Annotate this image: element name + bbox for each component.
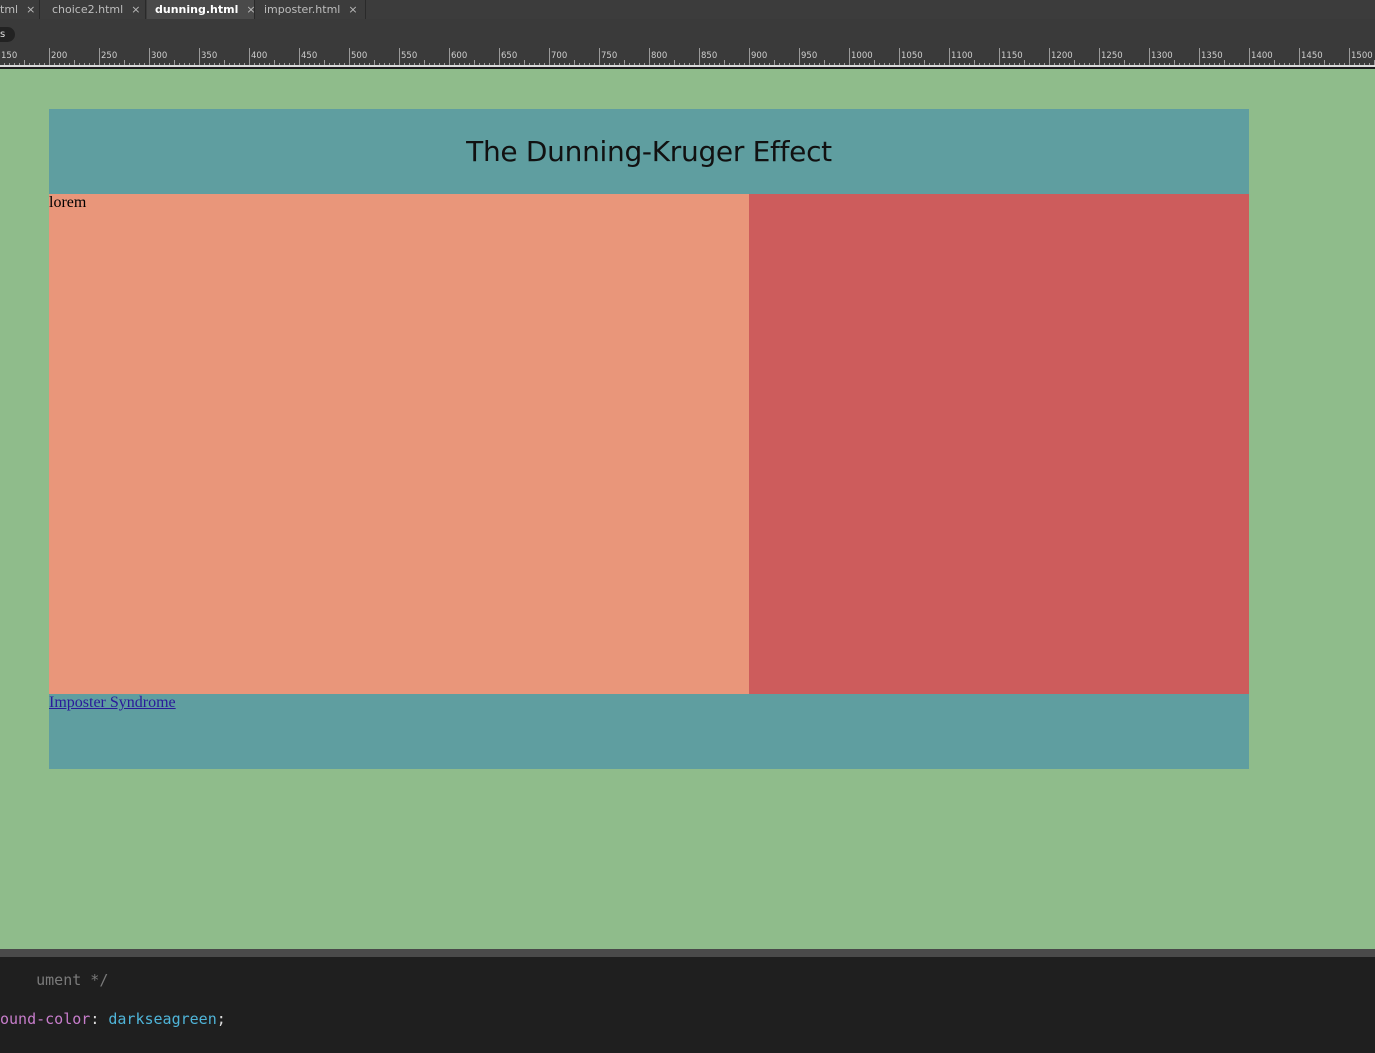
- ruler-label: 250: [101, 51, 117, 61]
- tab-label: imposter.html: [264, 3, 341, 16]
- close-icon[interactable]: ×: [26, 3, 35, 16]
- code-line-declaration: ound-color: darkseagreen;: [0, 1010, 226, 1028]
- imposter-syndrome-link[interactable]: Imposter Syndrome: [49, 694, 176, 711]
- ruler-label: 700: [551, 51, 567, 61]
- close-icon[interactable]: ×: [348, 3, 357, 16]
- ruler-label: 750: [601, 51, 617, 61]
- code-colon: :: [90, 1010, 109, 1028]
- ruler-label: 1150: [1001, 51, 1023, 61]
- ruler-label: 350: [201, 51, 217, 61]
- ruler-label: 1400: [1251, 51, 1273, 61]
- ruler-label: 650: [501, 51, 517, 61]
- ruler-graphic: 150 200 250 300 350 400 450 500 550 600 650 700 750 8…: [1, 48, 1375, 65]
- page-footer: Imposter Syndrome: [49, 694, 1249, 769]
- ruler: 150 200 250 300 350 400 450 500 550 600 650 700 750 8…: [0, 48, 1375, 67]
- code-line-comment: ument */: [0, 953, 108, 1007]
- ruler-label: 1300: [1151, 51, 1173, 61]
- left-column: lorem: [49, 194, 749, 694]
- ruler-label: 950: [801, 51, 817, 61]
- ruler-label: 800: [651, 51, 667, 61]
- page-container: The Dunning-Kruger Effect lorem Imposter…: [49, 109, 1249, 769]
- ruler-label: 550: [401, 51, 417, 61]
- ruler-label: 200: [51, 51, 67, 61]
- tab-label: dunning.html: [155, 3, 239, 16]
- ruler-label: 400: [251, 51, 267, 61]
- ruler-label: 600: [451, 51, 467, 61]
- tab-imposter[interactable]: imposter.html ×: [256, 0, 366, 19]
- page-main: lorem: [49, 194, 1249, 694]
- toolbar-pill-button[interactable]: s: [0, 27, 15, 42]
- ruler-label: 1000: [851, 51, 873, 61]
- ruler-label: 1100: [951, 51, 973, 61]
- ruler-label: 150: [1, 51, 17, 61]
- toolbar: s: [0, 19, 1375, 48]
- code-property: ound-color: [0, 1010, 91, 1028]
- pane-splitter[interactable]: [0, 949, 1375, 957]
- ruler-label: 1500: [1351, 51, 1373, 61]
- ruler-label: 300: [151, 51, 167, 61]
- code-value: darkseagreen: [108, 1010, 217, 1028]
- tab-label: tml: [0, 3, 19, 16]
- ruler-label: 1050: [901, 51, 923, 61]
- ruler-label: 850: [701, 51, 717, 61]
- tab-choice2[interactable]: choice2.html ×: [44, 0, 146, 19]
- code-editor[interactable]: ument */ ound-color: darkseagreen;: [0, 957, 1375, 1053]
- close-icon[interactable]: ×: [246, 3, 255, 16]
- right-column: [749, 194, 1249, 694]
- ruler-label: 1250: [1101, 51, 1123, 61]
- live-preview: The Dunning-Kruger Effect lorem Imposter…: [0, 69, 1375, 949]
- page-title: The Dunning-Kruger Effect: [466, 135, 832, 168]
- main-text: lorem: [49, 194, 87, 211]
- page-header: The Dunning-Kruger Effect: [49, 109, 1249, 194]
- close-icon[interactable]: ×: [131, 3, 140, 16]
- ruler-label: 1450: [1301, 51, 1323, 61]
- tab-label: choice2.html: [52, 3, 124, 16]
- tab-dunning[interactable]: dunning.html ×: [147, 0, 256, 19]
- ruler-label: 500: [351, 51, 367, 61]
- ruler-label: 450: [301, 51, 317, 61]
- ruler-label: 1350: [1201, 51, 1223, 61]
- code-comment: ument */: [36, 971, 109, 989]
- ruler-label: 900: [751, 51, 767, 61]
- tab-bar: tml × choice2.html × dunning.html × impo…: [0, 0, 1375, 19]
- ruler-label: 1200: [1051, 51, 1073, 61]
- code-semicolon: ;: [216, 1010, 226, 1028]
- tab-partial-html[interactable]: tml ×: [0, 0, 40, 19]
